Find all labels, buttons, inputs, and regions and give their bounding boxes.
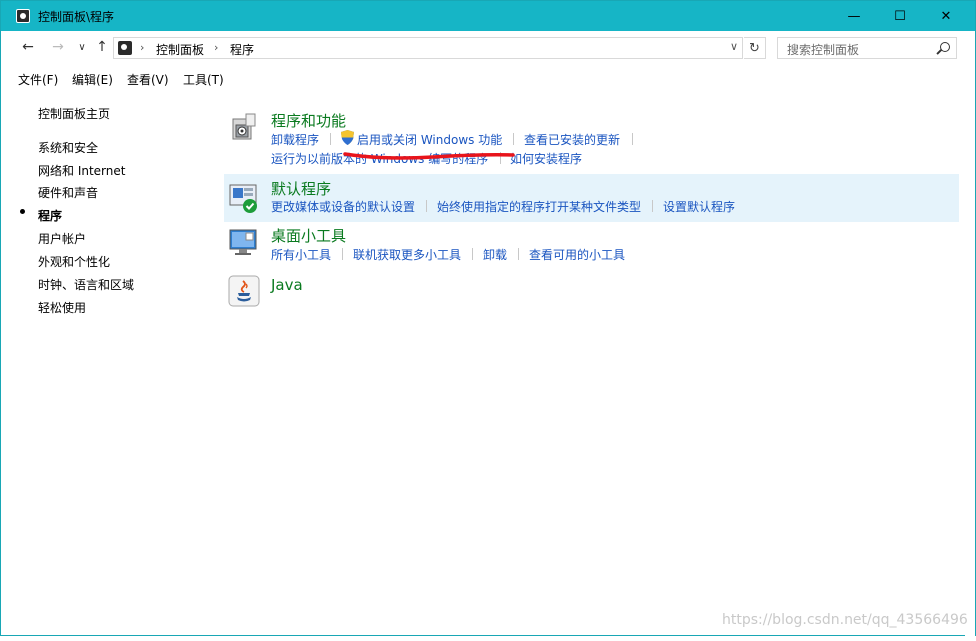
chevron-down-icon[interactable]: ∨	[730, 40, 738, 53]
sidebar-item-clock-language-region[interactable]: 时钟、语言和区域	[38, 276, 134, 293]
default-programs-icon	[229, 184, 257, 213]
active-bullet-icon	[20, 209, 25, 214]
desktop-gadgets-title[interactable]: 桌面小工具	[271, 225, 346, 246]
close-icon: ✕	[940, 8, 952, 24]
sidebar-item-programs[interactable]: 程序	[38, 207, 62, 224]
breadcrumb-control-panel[interactable]: 控制面板	[156, 41, 204, 58]
menu-edit[interactable]: 编辑(E)	[72, 71, 113, 88]
refresh-icon[interactable]: ↻	[744, 37, 766, 59]
back-arrow-icon[interactable]: ←	[19, 39, 37, 55]
uninstall-program-link[interactable]: 卸载程序	[271, 131, 319, 148]
control-panel-icon	[16, 9, 30, 23]
menu-tools[interactable]: 工具(T)	[183, 71, 224, 88]
title-bar[interactable]: 控制面板\程序 — ☐ ✕	[1, 1, 975, 31]
maximize-button[interactable]: ☐	[877, 1, 923, 31]
category-programs-features: 程序和功能 卸载程序 启用或关闭 Windows 功能 查看已安装的更新 运行为…	[224, 105, 959, 171]
view-installed-updates-link[interactable]: 查看已安装的更新	[524, 131, 620, 148]
category-desktop-gadgets: 桌面小工具 所有小工具 联机获取更多小工具 卸载 查看可用的小工具	[224, 223, 959, 269]
link-separator	[518, 248, 519, 260]
java-title[interactable]: Java	[271, 276, 303, 294]
get-more-gadgets-link[interactable]: 联机获取更多小工具	[353, 246, 461, 263]
sidebar-item-hardware-sound[interactable]: 硬件和声音	[38, 184, 98, 201]
sidebar-control-panel-home[interactable]: 控制面板主页	[38, 105, 110, 122]
breadcrumb-programs[interactable]: 程序	[230, 41, 254, 58]
maximize-icon: ☐	[894, 8, 906, 24]
red-underline-annotation	[343, 152, 515, 160]
window-title: 控制面板\程序	[38, 10, 115, 24]
category-default-programs[interactable]: 默认程序 更改媒体或设备的默认设置 始终使用指定的程序打开某种文件类型 设置默认…	[224, 174, 959, 222]
link-separator	[472, 248, 473, 260]
set-default-programs-link[interactable]: 设置默认程序	[663, 198, 735, 215]
programs-features-icon	[232, 113, 256, 140]
java-icon	[228, 275, 260, 307]
sidebar-item-ease-of-access[interactable]: 轻松使用	[38, 299, 86, 316]
scrollbar-track[interactable]	[965, 91, 975, 637]
programs-features-title[interactable]: 程序和功能	[271, 110, 346, 131]
control-panel-icon	[118, 41, 132, 55]
sidebar-item-network[interactable]: 网络和 Internet	[38, 162, 125, 179]
turn-windows-features-link[interactable]: 启用或关闭 Windows 功能	[357, 131, 502, 148]
view-available-gadgets-link[interactable]: 查看可用的小工具	[529, 246, 625, 263]
uninstall-gadget-link[interactable]: 卸载	[483, 246, 507, 263]
link-separator	[632, 133, 633, 145]
change-media-defaults-link[interactable]: 更改媒体或设备的默认设置	[271, 198, 415, 215]
recent-locations-chevron-icon[interactable]: ∨	[73, 42, 91, 53]
chevron-right-icon[interactable]: ›	[140, 41, 144, 54]
menu-bar: 文件(F) 编辑(E) 查看(V) 工具(T)	[1, 67, 975, 89]
sidebar-item-appearance[interactable]: 外观和个性化	[38, 253, 110, 270]
chevron-right-icon[interactable]: ›	[214, 41, 218, 54]
menu-view[interactable]: 查看(V)	[127, 71, 169, 88]
minimize-icon: —	[847, 8, 861, 24]
link-separator	[426, 200, 427, 212]
how-to-install-link[interactable]: 如何安装程序	[510, 150, 582, 167]
uac-shield-icon	[341, 130, 354, 145]
link-separator	[330, 133, 331, 145]
link-separator	[652, 200, 653, 212]
search-input[interactable]: 搜索控制面板	[777, 37, 957, 59]
watermark-text: https://blog.csdn.net/qq_43566496	[722, 612, 968, 628]
sidebar-item-user-accounts[interactable]: 用户帐户	[38, 230, 86, 247]
menu-file[interactable]: 文件(F)	[18, 71, 58, 88]
sidebar-item-system-security[interactable]: 系统和安全	[38, 139, 98, 156]
address-bar[interactable]: › 控制面板 › 程序 ∨	[113, 37, 743, 59]
all-gadgets-link[interactable]: 所有小工具	[271, 246, 331, 263]
up-arrow-icon[interactable]: ↑	[93, 39, 111, 55]
default-programs-title[interactable]: 默认程序	[271, 178, 331, 199]
category-java: Java	[224, 271, 959, 311]
search-icon[interactable]	[940, 42, 950, 52]
close-button[interactable]: ✕	[923, 1, 969, 31]
minimize-button[interactable]: —	[831, 1, 877, 31]
link-separator	[513, 133, 514, 145]
associate-file-type-link[interactable]: 始终使用指定的程序打开某种文件类型	[437, 198, 641, 215]
search-placeholder: 搜索控制面板	[787, 43, 860, 57]
link-separator	[342, 248, 343, 260]
address-row: ← → ∨ ↑ › 控制面板 › 程序 ∨ ↻ 搜索控制面板	[1, 31, 975, 67]
forward-arrow-icon[interactable]: →	[49, 39, 67, 55]
desktop-gadgets-icon	[229, 229, 257, 255]
control-panel-window: 控制面板\程序 — ☐ ✕ ← → ∨ ↑ › 控制面板 › 程序 ∨ ↻ 搜索…	[0, 0, 976, 637]
